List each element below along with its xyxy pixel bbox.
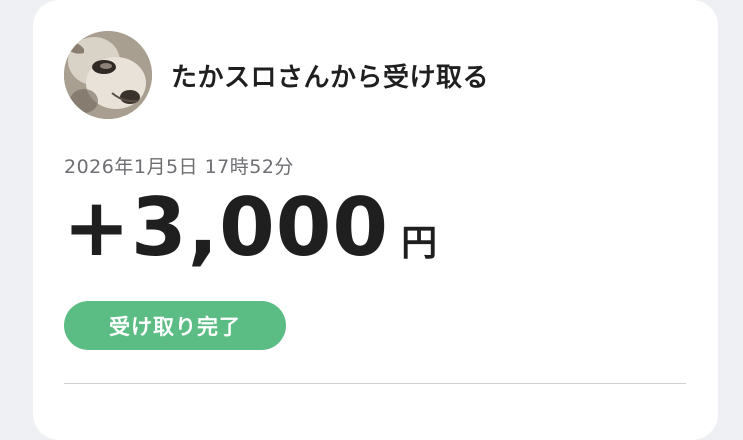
divider	[64, 383, 686, 384]
dog-photo-icon	[64, 31, 152, 119]
avatar[interactable]	[64, 31, 152, 119]
amount-value: +3,000	[63, 181, 390, 274]
amount-row: +3,000 円	[63, 188, 437, 268]
transaction-header: たかスロさんから受け取る	[64, 31, 489, 119]
transaction-datetime: 2026年1月5日 17時52分	[64, 156, 294, 178]
transaction-card: たかスロさんから受け取る 2026年1月5日 17時52分 +3,000 円 受…	[33, 0, 718, 440]
status-badge: 受け取り完了	[64, 301, 286, 350]
currency-unit: 円	[401, 223, 438, 264]
transaction-title: たかスロさんから受け取る	[171, 62, 490, 93]
